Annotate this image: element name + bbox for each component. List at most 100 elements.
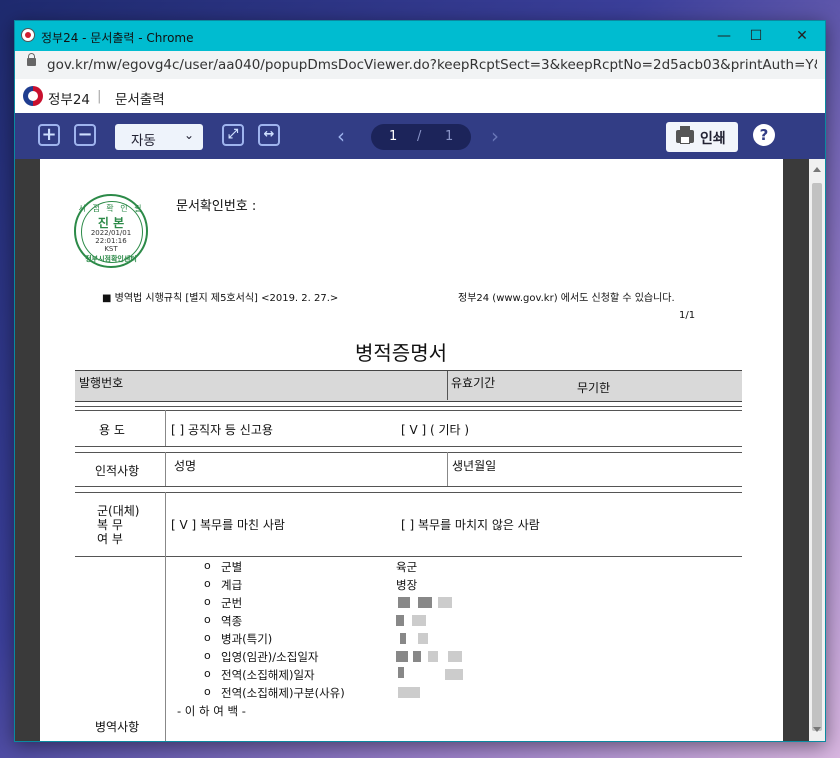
apply-note: 정부24 (www.gov.kr) 에서도 신청할 수 있습니다. (458, 293, 675, 304)
redacted-value (398, 667, 404, 678)
next-page-button[interactable]: › (491, 124, 499, 148)
issue-number-label: 발행번호 (79, 376, 124, 390)
service-option-completed: [ V ] 복무를 마친 사람 (171, 518, 285, 532)
military-record-label: 병역사항 (95, 720, 140, 734)
row-divider (75, 492, 742, 493)
document-title: 병적증명서 (355, 341, 447, 365)
stamp-date: 2022/01/01 (90, 229, 132, 237)
validity-label: 유효기간 (451, 376, 496, 390)
issue-row (75, 370, 742, 402)
redacted-value (398, 687, 420, 698)
record-label: 전역(소집해제)일자 (221, 668, 315, 682)
row-divider (75, 446, 742, 447)
column-divider (165, 452, 166, 486)
printer-icon (676, 126, 694, 144)
page-indicator[interactable]: 1 / 1 (371, 124, 471, 150)
zoom-in-button[interactable]: + (38, 124, 60, 146)
record-label: 군별 (221, 560, 243, 574)
fit-page-icon[interactable]: ⤢ (222, 124, 244, 146)
page-separator: / (417, 129, 422, 144)
column-divider (165, 492, 166, 556)
redacted-value (413, 651, 421, 662)
stamp-time: 22:01:16 (95, 237, 127, 245)
verification-stamp: 시 점 확 인 필 진 본 2022/01/01 22:01:16 KST 정부… (74, 194, 148, 268)
vertical-scrollbar[interactable] (809, 159, 825, 741)
birth-date-label: 생년월일 (452, 459, 497, 473)
document-viewer[interactable]: 시 점 확 인 필 진 본 2022/01/01 22:01:16 KST 정부… (15, 159, 825, 741)
current-page[interactable]: 1 (389, 129, 397, 144)
redacted-value (398, 597, 410, 608)
site-header: 정부24 | 문서출력 (15, 79, 825, 114)
address-bar[interactable]: gov.kr/mw/egovg4c/user/aa040/popupDmsDoc… (15, 51, 825, 80)
service-label-line3: 여 부 (97, 532, 123, 546)
row-divider (75, 452, 742, 453)
browser-window: 정부24 - 문서출력 - Chrome — ☐ ✕ gov.kr/mw/ego… (14, 20, 826, 742)
zoom-value: 자동 (131, 133, 156, 149)
title-bar[interactable]: 정부24 - 문서출력 - Chrome — ☐ ✕ (15, 21, 825, 51)
window-title: 정부24 - 문서출력 - Chrome (41, 31, 194, 45)
maximize-button[interactable]: ☐ (741, 25, 771, 47)
redacted-value (418, 597, 432, 608)
record-bullet: o (204, 631, 211, 644)
record-bullet: o (204, 613, 211, 626)
viewer-toolbar: + − 자동 ⌄ ⤢ ↔ ‹ 1 / 1 › 인쇄 ? (15, 113, 825, 159)
row-divider (75, 406, 742, 407)
help-button[interactable]: ? (753, 124, 775, 146)
redacted-value (396, 651, 408, 662)
scrollbar-thumb[interactable] (812, 183, 822, 731)
record-label: 입영(임관)/소집일자 (221, 650, 319, 664)
record-bullet: o (204, 667, 211, 680)
redacted-value (400, 633, 406, 644)
person-info-label: 인적사항 (95, 464, 140, 478)
purpose-label: 용 도 (99, 423, 125, 437)
name-label: 성명 (174, 459, 197, 473)
redacted-value (448, 651, 462, 662)
redacted-value (418, 633, 428, 644)
redacted-value (412, 615, 426, 626)
stamp-timezone: KST (104, 245, 118, 253)
header-separator: | (97, 88, 102, 104)
scroll-down-icon[interactable] (813, 727, 821, 732)
url-text[interactable]: gov.kr/mw/egovg4c/user/aa040/popupDmsDoc… (47, 57, 817, 73)
issue-divider (447, 371, 448, 400)
close-button[interactable]: ✕ (787, 25, 817, 47)
record-bullet: o (204, 595, 211, 608)
row-divider (75, 486, 742, 487)
validity-value: 무기한 (577, 381, 611, 395)
print-button[interactable]: 인쇄 (666, 122, 738, 152)
scroll-up-icon[interactable] (813, 167, 821, 172)
record-label: 병과(특기) (221, 632, 273, 646)
redacted-value (396, 615, 404, 626)
record-bullet: o (204, 685, 211, 698)
page-count: 1/1 (679, 310, 696, 321)
stamp-bottom-text: 정부시점확인센터 (85, 255, 137, 263)
zoom-select[interactable]: 자동 ⌄ (115, 124, 203, 150)
record-label: 계급 (221, 578, 243, 592)
site-name: 정부24 (48, 92, 91, 108)
fit-width-icon[interactable]: ↔ (258, 124, 280, 146)
column-divider (165, 556, 166, 741)
service-option-not-completed: [ ] 복무를 마치지 않은 사람 (401, 518, 540, 532)
end-of-record-mark: - 이 하 여 백 - (177, 704, 246, 718)
chevron-down-icon: ⌄ (183, 128, 194, 142)
prev-page-button[interactable]: ‹ (337, 124, 345, 148)
record-value: 육군 (396, 560, 418, 574)
zoom-out-button[interactable]: − (74, 124, 96, 146)
confirm-number-label: 문서확인번호 : (176, 199, 257, 214)
print-label: 인쇄 (700, 131, 726, 147)
minimize-button[interactable]: — (709, 25, 739, 47)
column-divider (447, 452, 448, 486)
page-title: 문서출력 (115, 92, 165, 108)
total-pages: 1 (445, 129, 454, 144)
record-label: 군번 (221, 596, 243, 610)
gov24-app-icon (21, 28, 35, 42)
lock-icon (27, 53, 36, 66)
redacted-value (438, 597, 452, 608)
record-bullet: o (204, 649, 211, 662)
document-page: 시 점 확 인 필 진 본 2022/01/01 22:01:16 KST 정부… (40, 159, 783, 741)
record-bullet: o (204, 559, 211, 572)
record-label: 전역(소집해제)구분(사유) (221, 686, 345, 700)
record-label: 역종 (221, 614, 243, 628)
record-value: 병장 (396, 578, 418, 592)
gov24-logo-icon (23, 86, 43, 106)
